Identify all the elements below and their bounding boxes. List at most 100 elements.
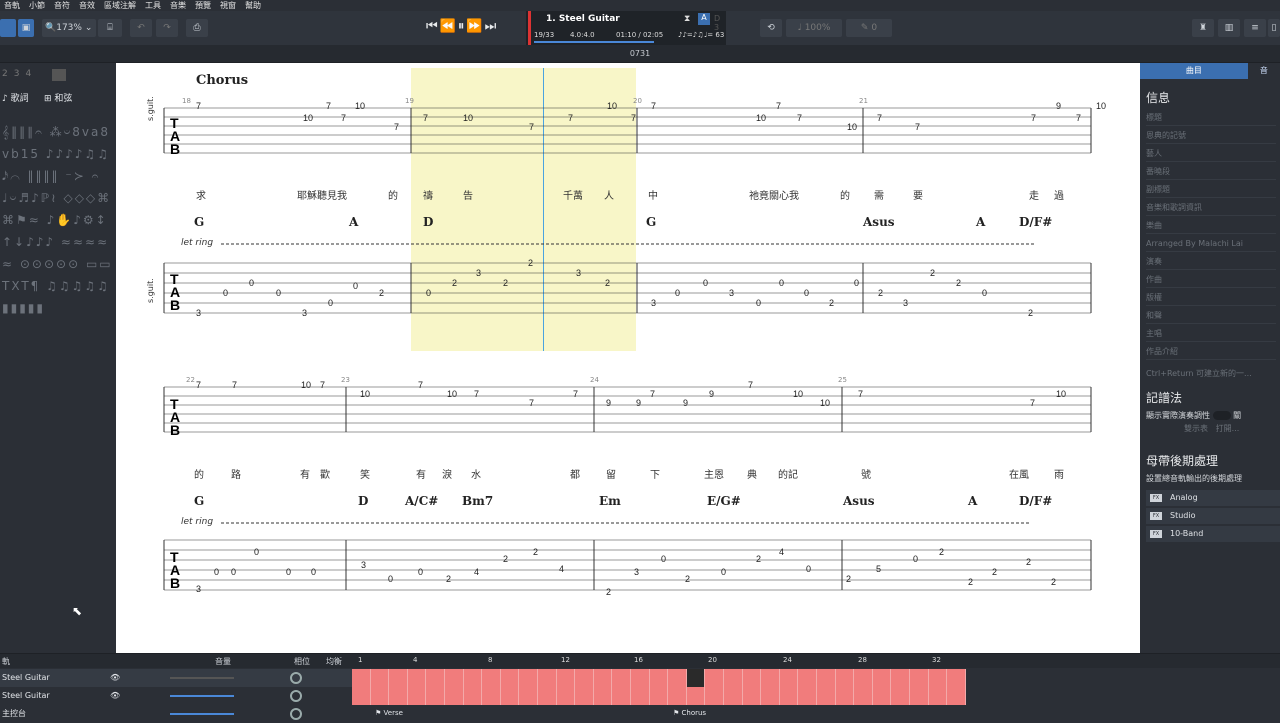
palette-symbols[interactable]: 𝄞‖‖∥𝄐 ⁂𝄑8va8vb15 ♪♪♪♪♫♫𝅘𝅥𝅯⌒ ‖‖‖‖ ⁻≻ 𝄐♩𝄑♬… (2, 121, 114, 319)
mastering-item[interactable]: FX Studio (1146, 508, 1280, 524)
info-field[interactable]: Arranged By Malachi Lai (1146, 236, 1276, 252)
track-bar-cell[interactable] (445, 687, 464, 705)
forward-icon[interactable]: ⏩ (466, 19, 484, 34)
track-bar-cell[interactable] (705, 687, 724, 705)
track-bar-cell[interactable] (612, 687, 631, 705)
track-bar-cell[interactable] (873, 687, 892, 705)
track-bar-cell[interactable] (538, 669, 557, 687)
info-field[interactable]: 番曉段 (1146, 164, 1276, 180)
track-bar-cell[interactable] (631, 669, 650, 687)
track-bar-cell[interactable] (910, 687, 929, 705)
track-bar-cell[interactable] (464, 687, 483, 705)
track-bar-cell[interactable] (389, 687, 408, 705)
track-bar-cell[interactable] (836, 669, 855, 687)
print-icon[interactable]: ⎙ (186, 19, 208, 37)
track-bar-cell[interactable] (817, 669, 836, 687)
voice-selector[interactable]: 234 (2, 69, 37, 79)
track-bar-cell[interactable] (687, 687, 706, 705)
track-bar-cell[interactable] (464, 669, 483, 687)
eye-icon[interactable]: 👁 (110, 669, 120, 687)
track-bar-cell[interactable] (743, 669, 762, 687)
pan-knob[interactable] (290, 672, 302, 684)
track-bar-cell[interactable] (686, 669, 706, 687)
mastering-item[interactable]: FX 10-Band (1146, 526, 1280, 542)
track-bar-cell[interactable] (631, 687, 650, 705)
track-bar-cell[interactable] (780, 669, 799, 687)
track-bar-cell[interactable] (408, 669, 427, 687)
track-bar-cell[interactable] (445, 669, 464, 687)
track-bar-cell[interactable] (668, 687, 687, 705)
track-bar-cell[interactable] (705, 669, 724, 687)
rewind-icon[interactable]: ⏪ (440, 19, 458, 34)
notation-toggle[interactable] (1212, 411, 1231, 420)
track-bar-cell[interactable] (594, 687, 613, 705)
track-bar-cell[interactable] (817, 687, 836, 705)
pan-knob[interactable] (290, 708, 302, 720)
track-bar-cell[interactable] (575, 687, 594, 705)
view-page-icon[interactable]: ▣ (18, 19, 34, 37)
menu-item[interactable]: 小節 (29, 0, 45, 11)
track-bar-cell[interactable] (389, 669, 408, 687)
menu-item[interactable]: 音符 (54, 0, 70, 11)
notation-button-2[interactable]: 打開... (1216, 424, 1240, 433)
track-bar-cell[interactable] (724, 669, 743, 687)
info-field[interactable]: 演奏 (1146, 254, 1276, 270)
track-bar-cell[interactable] (538, 687, 557, 705)
zoom-select[interactable]: 🔍173% ⌄ (42, 19, 96, 37)
view-mode-icon[interactable]: ⌸ (98, 19, 122, 37)
info-field[interactable]: 作品介紹 (1146, 344, 1276, 360)
track-bar-cell[interactable] (873, 669, 892, 687)
track-bar-cell[interactable] (668, 669, 687, 687)
mixer-icon[interactable]: ≡ (1244, 19, 1266, 37)
track-bar-cell[interactable] (947, 687, 966, 705)
track-bar-cell[interactable] (761, 687, 780, 705)
chords-button[interactable]: ⊞ 和弦 (44, 91, 72, 104)
info-field[interactable]: 副標題 (1146, 182, 1276, 198)
track-bar-cell[interactable] (910, 669, 929, 687)
volume-slider[interactable] (170, 695, 234, 697)
track-bar-cell[interactable] (501, 669, 520, 687)
track-bar-cell[interactable] (352, 669, 371, 687)
track-bar-cell[interactable] (519, 687, 538, 705)
track-bar-cell[interactable] (352, 687, 371, 705)
track-bar-cell[interactable] (426, 687, 445, 705)
notation-button-1[interactable]: 雙示表 (1184, 424, 1208, 433)
track-bar-cell[interactable] (854, 687, 873, 705)
track-bar-cell[interactable] (929, 669, 948, 687)
info-field[interactable]: 音樂和歌詞資訊 (1146, 200, 1276, 216)
track-bar-cell[interactable] (891, 669, 910, 687)
track-bar-cell[interactable] (482, 669, 501, 687)
volume-slider[interactable] (170, 677, 234, 679)
track-bar-cell[interactable] (798, 669, 817, 687)
metronome-icon[interactable]: ⧗ (684, 14, 690, 24)
mastering-item[interactable]: FX Analog (1146, 490, 1280, 506)
pan-knob[interactable] (290, 690, 302, 702)
track-bars[interactable] (352, 669, 966, 705)
track-bar-cell[interactable] (371, 687, 390, 705)
menu-item[interactable]: 音軌 (4, 0, 20, 11)
speed-control[interactable]: ♩ 100% (786, 19, 842, 37)
track-bar-cell[interactable] (371, 669, 390, 687)
menu-item[interactable]: 幫助 (245, 0, 261, 11)
last-icon[interactable]: ⏭ (485, 19, 499, 34)
count-in-icon[interactable]: A (698, 13, 710, 25)
loop-icon[interactable]: ⟲ (760, 19, 782, 37)
panel-icon[interactable]: ▯ (1268, 19, 1280, 37)
piano-icon[interactable]: ▥ (1218, 19, 1240, 37)
track-row[interactable]: Steel Guitar 👁 (0, 669, 352, 687)
redo-icon[interactable]: ↷ (156, 19, 178, 37)
voice-icon[interactable] (52, 69, 66, 81)
track-bar-cell[interactable] (426, 669, 445, 687)
track-bar-cell[interactable] (575, 669, 594, 687)
track-bar-cell[interactable] (557, 669, 576, 687)
track-bar-cell[interactable] (761, 669, 780, 687)
track-bar-cell[interactable] (557, 687, 576, 705)
track-bar-cell[interactable] (519, 669, 538, 687)
track-bar-cell[interactable] (501, 687, 520, 705)
pitch-control[interactable]: ✎ 0 (846, 19, 892, 37)
track-bar-cell[interactable] (650, 687, 669, 705)
lyrics-button[interactable]: ♪ 歌詞 (2, 91, 29, 104)
master-volume-slider[interactable] (170, 713, 234, 715)
score-view[interactable]: Chorus TABTABTABTAB 18 19 20 21 22 23 24… (116, 63, 1140, 653)
info-field[interactable]: 恩典的記號 (1146, 128, 1276, 144)
